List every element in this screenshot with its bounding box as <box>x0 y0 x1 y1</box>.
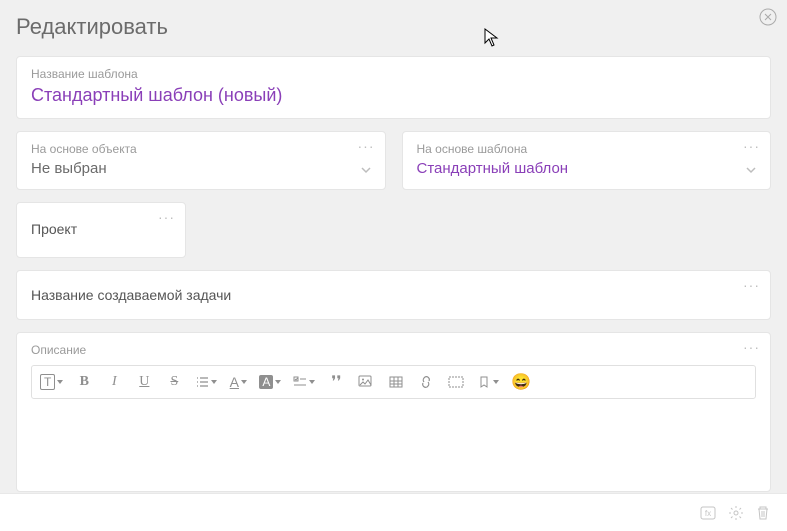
table-button[interactable] <box>387 372 405 392</box>
italic-button[interactable]: I <box>105 372 123 392</box>
strikethrough-button[interactable]: S <box>165 372 183 392</box>
checklist-button[interactable] <box>293 372 315 392</box>
text-color-button[interactable]: A <box>229 372 247 392</box>
underline-button[interactable]: U <box>135 372 153 392</box>
more-icon[interactable]: ··· <box>158 209 175 225</box>
template-name-value[interactable]: Стандартный шаблон (новый) <box>31 85 756 106</box>
chevron-down-icon[interactable] <box>744 163 758 177</box>
base-template-value: Стандартный шаблон <box>417 160 757 177</box>
background-color-button[interactable]: A <box>259 372 281 392</box>
task-name-placeholder[interactable]: Название создаваемой задачи <box>31 287 756 303</box>
emoji-button[interactable]: 😄 <box>511 372 531 392</box>
template-name-label: Название шаблона <box>31 67 756 81</box>
project-card[interactable]: ··· Проект <box>16 202 186 258</box>
trash-icon[interactable] <box>755 504 771 522</box>
base-object-label: На основе объекта <box>31 142 371 156</box>
editor-toolbar: T B I U S A A ❜❜ <box>31 365 756 399</box>
footer-bar: fx <box>0 493 787 531</box>
base-template-card[interactable]: ··· На основе шаблона Стандартный шаблон <box>402 131 772 190</box>
description-card[interactable]: ··· Описание T B I U S A A <box>16 332 771 492</box>
settings-icon[interactable] <box>727 504 745 522</box>
quote-button[interactable]: ❜❜ <box>327 372 345 392</box>
svg-text:fx: fx <box>705 509 711 518</box>
more-icon[interactable]: ··· <box>743 138 760 154</box>
link-button[interactable] <box>417 372 435 392</box>
more-icon[interactable]: ··· <box>743 339 760 355</box>
task-name-card[interactable]: ··· Название создаваемой задачи <box>16 270 771 320</box>
base-object-card[interactable]: ··· На основе объекта Не выбран <box>16 131 386 190</box>
base-template-label: На основе шаблона <box>417 142 757 156</box>
formula-icon[interactable]: fx <box>699 504 717 522</box>
bold-button[interactable]: B <box>75 372 93 392</box>
image-button[interactable] <box>357 372 375 392</box>
text-style-button[interactable]: T <box>40 372 63 392</box>
code-button[interactable] <box>447 372 465 392</box>
list-button[interactable] <box>195 372 217 392</box>
more-icon[interactable]: ··· <box>358 138 375 154</box>
close-icon[interactable] <box>759 8 777 26</box>
project-label: Проект <box>31 221 77 237</box>
template-name-card[interactable]: Название шаблона Стандартный шаблон (нов… <box>16 56 771 119</box>
base-object-value: Не выбран <box>31 160 371 177</box>
bookmark-button[interactable] <box>477 372 499 392</box>
page-title: Редактировать <box>16 14 771 40</box>
more-icon[interactable]: ··· <box>743 277 760 293</box>
chevron-down-icon[interactable] <box>359 163 373 177</box>
description-label: Описание <box>31 343 756 357</box>
